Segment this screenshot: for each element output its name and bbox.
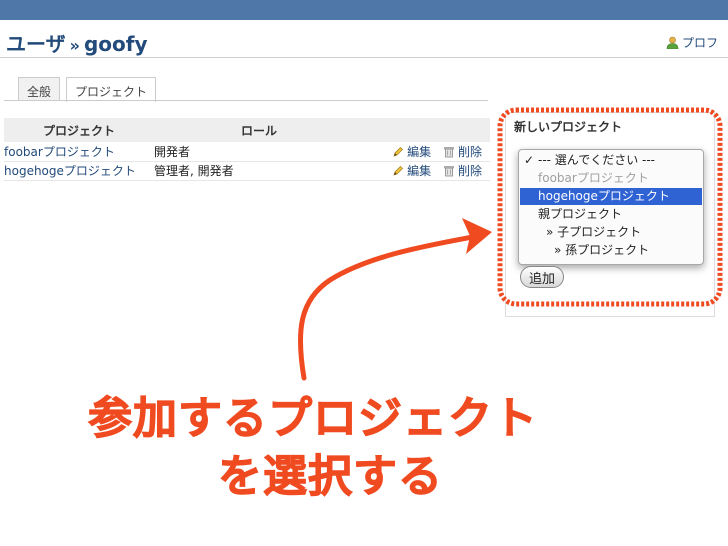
table-row: foobarプロジェクト 開発者 編集 削除 [4, 142, 490, 162]
add-button[interactable]: 追加 [520, 266, 565, 288]
tab-projects[interactable]: プロジェクト [66, 77, 157, 102]
page-title: ユーザ» goofy [6, 28, 148, 57]
pencil-icon [393, 166, 404, 176]
memberships-table: プロジェクト ロール foobarプロジェクト 開発者 編集 削除 hogeho… [4, 118, 490, 181]
breadcrumb-users-link[interactable]: ユーザ [6, 32, 66, 56]
user-icon [666, 36, 679, 50]
roles-cell: 開発者 [154, 142, 364, 162]
actions-cell: 編集 削除 [364, 142, 490, 162]
title-divider [0, 57, 728, 58]
project-link[interactable]: hogehogeプロジェクト [4, 164, 136, 178]
edit-label: 編集 [407, 144, 432, 159]
option-label: foobarプロジェクト [538, 171, 649, 185]
edit-label: 編集 [407, 164, 432, 178]
table-row: hogehogeプロジェクト 管理者, 開発者 編集 削除 [4, 161, 490, 181]
column-header-project: プロジェクト [4, 118, 154, 142]
project-cell: foobarプロジェクト [4, 142, 154, 162]
project-link[interactable]: foobarプロジェクト [4, 145, 115, 159]
delete-label: 削除 [457, 164, 482, 178]
column-header-actions [364, 118, 490, 142]
dropdown-option[interactable]: » 孫プロジェクト [520, 242, 702, 259]
annotation-arrow-shaft [297, 233, 481, 381]
profile-link[interactable]: プロフ [666, 34, 718, 51]
option-label: 親プロジェクト [538, 207, 623, 221]
edit-button[interactable]: 編集 [392, 164, 431, 178]
checkmark-icon: ✓ [523, 153, 535, 167]
edit-button[interactable]: 編集 [392, 145, 431, 159]
column-header-role: ロール [154, 118, 364, 142]
pencil-icon [393, 146, 404, 157]
dropdown-option-disabled: foobarプロジェクト [520, 170, 702, 187]
delete-button[interactable]: 削除 [443, 145, 482, 159]
user-name: goofy [83, 32, 148, 56]
trash-icon [444, 166, 454, 177]
dropdown-option[interactable]: 親プロジェクト [520, 206, 702, 223]
trash-icon [444, 146, 454, 158]
option-label: hogehogeプロジェクト [538, 189, 670, 203]
breadcrumb-separator: » [69, 36, 80, 55]
dropdown-option-highlighted[interactable]: hogehogeプロジェクト [520, 188, 702, 205]
option-label: » 子プロジェクト [546, 225, 642, 239]
top-bar [0, 0, 728, 20]
delete-label: 削除 [457, 144, 482, 159]
project-select-dropdown[interactable]: ✓ --- 選んでください --- foobarプロジェクト hogehogeプロ… [518, 149, 704, 265]
table-header-row: プロジェクト ロール [4, 118, 490, 142]
dropdown-option[interactable]: ✓ --- 選んでください --- [520, 152, 702, 169]
tabs-divider [4, 100, 488, 101]
annotation-callout-line2: を選択する [218, 451, 443, 503]
annotation-arrowhead [462, 218, 492, 254]
profile-label: プロフ [682, 36, 719, 50]
dropdown-option[interactable]: » 子プロジェクト [520, 224, 702, 241]
actions-cell: 編集 削除 [364, 161, 490, 181]
roles-cell: 管理者, 開発者 [154, 161, 364, 181]
new-project-title: 新しいプロジェクト [514, 120, 623, 134]
project-cell: hogehogeプロジェクト [4, 161, 154, 181]
option-label: --- 選んでください --- [538, 153, 656, 167]
annotation-callout-line1: 参加するプロジェクト [88, 393, 538, 445]
delete-button[interactable]: 削除 [443, 164, 482, 178]
tab-general[interactable]: 全般 [18, 77, 61, 101]
option-label: » 孫プロジェクト [554, 243, 650, 257]
